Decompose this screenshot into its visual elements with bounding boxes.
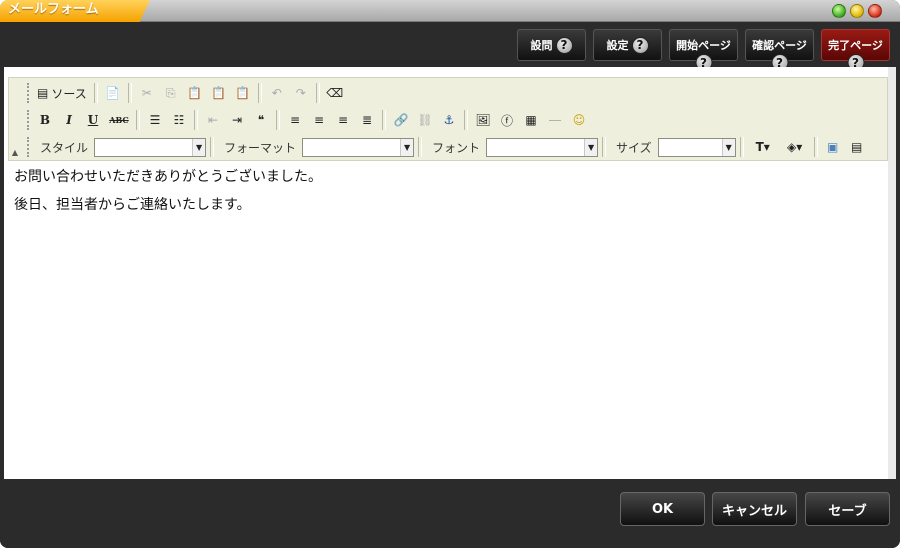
link-icon[interactable]: 🔗 [390,109,412,131]
title-bar: メールフォーム [0,0,900,22]
background-color-icon[interactable]: ◈▾ [780,136,810,158]
toolbar-row-2: B I U ABC ☰ ☷ ⇤ ⇥ ❝ ≡ ≡ ≡ ≣ 🔗 ⛓ ⚓ 🖼 ⓕ ▦ … [27,107,590,133]
chevron-down-icon: ▼ [400,138,414,156]
style-select[interactable]: ▼ [94,137,207,157]
align-justify-icon[interactable]: ≣ [356,109,378,131]
toolbar-row-3: スタイル ▼ フォーマット ▼ フォント ▼ サイズ ▼ T▾ ◈▾ ▣ ▤ [27,134,868,160]
source-button-label: ソース [51,86,87,101]
editor-content[interactable]: お問い合わせいただきありがとうございました。 後日、担当者からご連絡いたします。 [14,163,884,473]
toolbar-separator [127,83,132,103]
show-blocks-icon[interactable]: ▤ [846,136,868,158]
copy-icon[interactable]: ⎘ [160,82,182,104]
chevron-down-icon: ▼ [192,138,206,156]
help-icon[interactable]: ? [631,36,649,54]
indent-icon[interactable]: ⇥ [226,109,248,131]
align-right-icon[interactable]: ≡ [332,109,354,131]
underline-button[interactable]: U [82,109,104,131]
strikethrough-button[interactable]: ABC [106,109,132,131]
toolbar-separator [382,110,386,130]
settings-button[interactable]: 設定 ? [593,29,662,61]
save-button[interactable]: セーブ [805,492,890,526]
toolbar-separator [315,83,320,103]
chevron-down-icon: ▼ [584,138,598,156]
format-select[interactable]: ▼ [302,137,415,157]
toolbar-separator [602,137,607,157]
align-left-icon[interactable]: ≡ [284,109,306,131]
paste-text-icon[interactable]: 📋 [208,82,230,104]
toolbar-grip [27,137,30,157]
numbered-list-icon[interactable]: ☰ [144,109,166,131]
size-label: サイズ [616,140,652,155]
toolbar-separator [210,137,215,157]
maximize-editor-icon[interactable]: ▣ [822,136,844,158]
cut-icon[interactable]: ✂ [136,82,158,104]
editor-toolbar: ▲ ▤ ソース 📄 ✂ ⎘ 📋 📋 📋 ↶ ↷ ⌫ B I U ABC ☰ ☷ … [8,77,888,161]
toolbar-separator [93,83,98,103]
undo-icon[interactable]: ↶ [266,82,288,104]
toolbar-grip [27,110,30,130]
editor-right-edge [888,67,896,479]
smiley-icon[interactable]: ☺ [568,109,590,131]
font-label: フォント [432,140,481,155]
complete-page-button[interactable]: 完了ページ ? [821,29,890,71]
rich-text-editor: ▲ ▤ ソース 📄 ✂ ⎘ 📋 📋 📋 ↶ ↷ ⌫ B I U ABC ☰ ☷ … [4,67,896,479]
confirm-page-button-label: 確認ページ [752,39,807,52]
text-color-icon[interactable]: T▾ [748,136,778,158]
toolbar-row-1: ▤ ソース 📄 ✂ ⎘ 📋 📋 📋 ↶ ↷ ⌫ [27,80,346,106]
paste-icon[interactable]: 📋 [184,82,206,104]
new-page-icon[interactable]: 📄 [102,82,124,104]
toolbar-grip [27,83,30,103]
source-icon: ▤ [37,86,49,100]
content-line: 後日、担当者からご連絡いたします。 [14,197,251,213]
toolbar-separator [739,137,744,157]
italic-button[interactable]: I [58,109,80,131]
questions-button-label: 設問 [530,39,553,52]
flash-icon[interactable]: ⓕ [496,109,518,131]
page-tabs-bar: 設問 ? 設定 ? 開始ページ ? 確認ページ ? 完了ページ ? [0,23,900,71]
help-icon[interactable]: ? [555,36,573,54]
questions-button[interactable]: 設問 ? [517,29,586,61]
collapse-toolbar-icon[interactable]: ▲ [9,146,21,160]
bulleted-list-icon[interactable]: ☷ [168,109,190,131]
minimize-button[interactable] [850,4,864,18]
outdent-icon[interactable]: ⇤ [202,109,224,131]
chevron-down-icon: ▼ [721,138,735,156]
mail-form-window: メールフォーム 設問 ? 設定 ? 開始ページ ? 確認ページ ? 完了ページ … [0,0,900,548]
toolbar-separator [813,137,818,157]
toolbar-separator [194,110,198,130]
anchor-icon[interactable]: ⚓ [438,109,460,131]
eraser-icon[interactable]: ⌫ [324,82,346,104]
settings-button-label: 設定 [606,39,629,52]
blockquote-icon[interactable]: ❝ [250,109,272,131]
footer-bar: OK キャンセル セーブ [0,479,900,548]
image-icon[interactable]: 🖼 [472,109,494,131]
redo-icon[interactable]: ↷ [290,82,312,104]
bold-button[interactable]: B [34,109,56,131]
toolbar-separator [464,110,468,130]
font-select[interactable]: ▼ [486,137,599,157]
horizontal-rule-icon[interactable]: ― [544,109,566,131]
paste-word-icon[interactable]: 📋 [232,82,254,104]
ok-button[interactable]: OK [620,492,705,526]
toolbar-separator [257,83,262,103]
close-button[interactable] [868,4,882,18]
confirm-page-button[interactable]: 確認ページ ? [745,29,814,71]
window-title: メールフォーム [0,0,150,22]
start-page-button[interactable]: 開始ページ ? [669,29,738,71]
align-center-icon[interactable]: ≡ [308,109,330,131]
format-label: フォーマット [224,140,297,155]
cancel-button[interactable]: キャンセル [712,492,797,526]
size-select[interactable]: ▼ [657,137,736,157]
table-icon[interactable]: ▦ [520,109,542,131]
toolbar-separator [276,110,280,130]
content-line: お問い合わせいただきありがとうございました。 [14,169,322,185]
source-button[interactable]: ▤ ソース [34,82,90,104]
unlink-icon[interactable]: ⛓ [414,109,436,131]
start-page-button-label: 開始ページ [676,39,731,52]
maximize-button[interactable] [832,4,846,18]
complete-page-button-label: 完了ページ [828,39,883,52]
toolbar-separator [136,110,140,130]
style-label: スタイル [40,140,89,155]
toolbar-separator [418,137,423,157]
